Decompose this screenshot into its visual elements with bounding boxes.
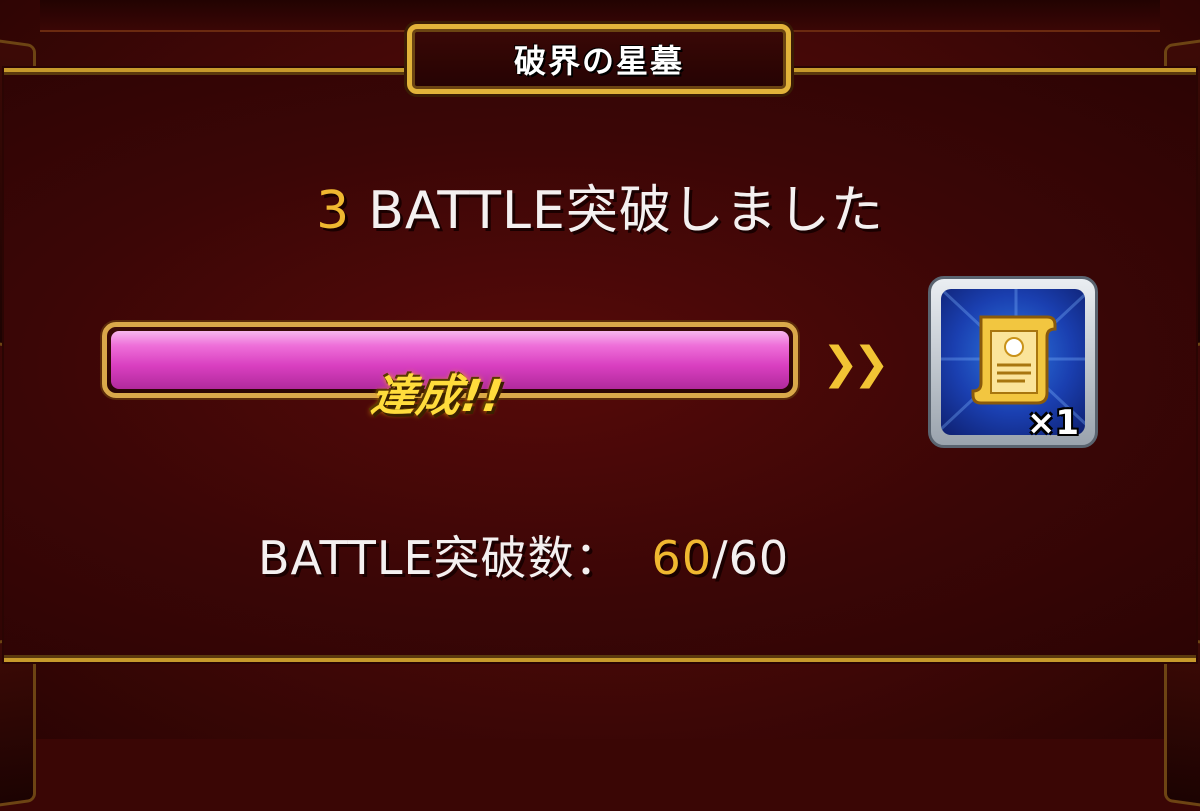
double-chevron-right-icon: ❯❯ bbox=[822, 338, 890, 389]
count-total: /60 bbox=[712, 531, 790, 585]
count-label: BATTLE突破数： bbox=[258, 531, 622, 585]
battle-count: BATTLE突破数： 60/60 bbox=[258, 522, 789, 588]
reward-quantity: ×1 bbox=[1026, 403, 1079, 443]
reward-item[interactable]: ×1 bbox=[928, 276, 1098, 448]
count-current: 60 bbox=[651, 531, 713, 585]
headline-number: 3 bbox=[316, 181, 351, 241]
headline-text: BATTLE突破しました bbox=[368, 181, 884, 241]
title-plate: 破界の星墓 bbox=[407, 24, 791, 94]
dialog-title: 破界の星墓 bbox=[513, 42, 684, 80]
achieved-label: 達成!! bbox=[367, 371, 508, 422]
headline: 3 BATTLE突破しました bbox=[0, 168, 1200, 243]
